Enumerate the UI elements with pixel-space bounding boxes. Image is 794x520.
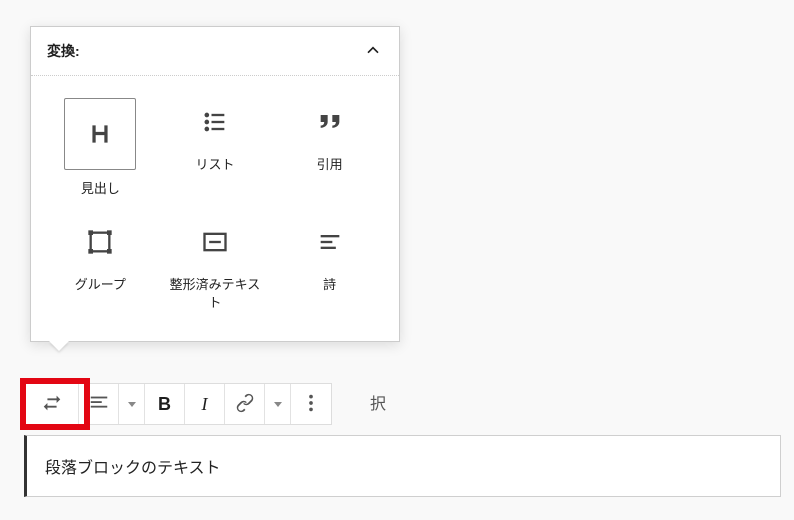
quote-icon <box>306 98 354 146</box>
transform-grid: 見出し リスト 引用 グループ 整形済みテキスト <box>31 76 399 341</box>
block-switcher-button[interactable] <box>25 384 79 424</box>
align-left-icon <box>88 392 110 417</box>
block-transform-popover: 変換: 見出し リスト 引用 グループ <box>30 26 400 342</box>
transform-option-preformatted[interactable]: 整形済みテキスト <box>162 218 269 312</box>
chevron-down-icon <box>128 402 136 407</box>
chevron-down-icon <box>274 402 282 407</box>
italic-icon: I <box>202 394 208 415</box>
more-vertical-icon <box>300 392 322 417</box>
heading-icon <box>64 98 136 170</box>
bold-button[interactable]: B <box>145 384 185 424</box>
transform-option-heading[interactable]: 見出し <box>47 98 154 198</box>
align-button[interactable] <box>79 384 119 424</box>
background-text: 択 <box>370 390 386 414</box>
transform-icon <box>41 392 63 417</box>
transform-option-quote[interactable]: 引用 <box>276 98 383 198</box>
transform-option-label: 詩 <box>323 276 336 294</box>
link-button[interactable] <box>225 384 265 424</box>
preformatted-icon <box>191 218 239 266</box>
chevron-up-icon <box>363 41 383 61</box>
align-dropdown[interactable] <box>119 384 145 424</box>
group-icon <box>76 218 124 266</box>
transform-option-verse[interactable]: 詩 <box>276 218 383 312</box>
paragraph-text: 段落ブロックのテキスト <box>45 460 221 477</box>
transform-option-group[interactable]: グループ <box>47 218 154 312</box>
popover-title: 変換: <box>47 41 80 61</box>
list-icon <box>191 98 239 146</box>
transform-option-label: 整形済みテキスト <box>165 276 265 312</box>
paragraph-block[interactable]: 段落ブロックのテキスト <box>24 435 781 497</box>
more-formatting-dropdown[interactable] <box>265 384 291 424</box>
transform-option-label: 見出し <box>81 180 120 198</box>
transform-option-list[interactable]: リスト <box>162 98 269 198</box>
block-toolbar: B I <box>24 383 332 425</box>
popover-header[interactable]: 変換: <box>31 27 399 76</box>
transform-option-label: 引用 <box>317 156 343 174</box>
more-options-button[interactable] <box>291 384 331 424</box>
transform-option-label: グループ <box>75 276 126 294</box>
italic-button[interactable]: I <box>185 384 225 424</box>
transform-option-label: リスト <box>195 156 234 174</box>
verse-icon <box>306 218 354 266</box>
link-icon <box>234 392 256 417</box>
bold-icon: B <box>158 394 171 415</box>
